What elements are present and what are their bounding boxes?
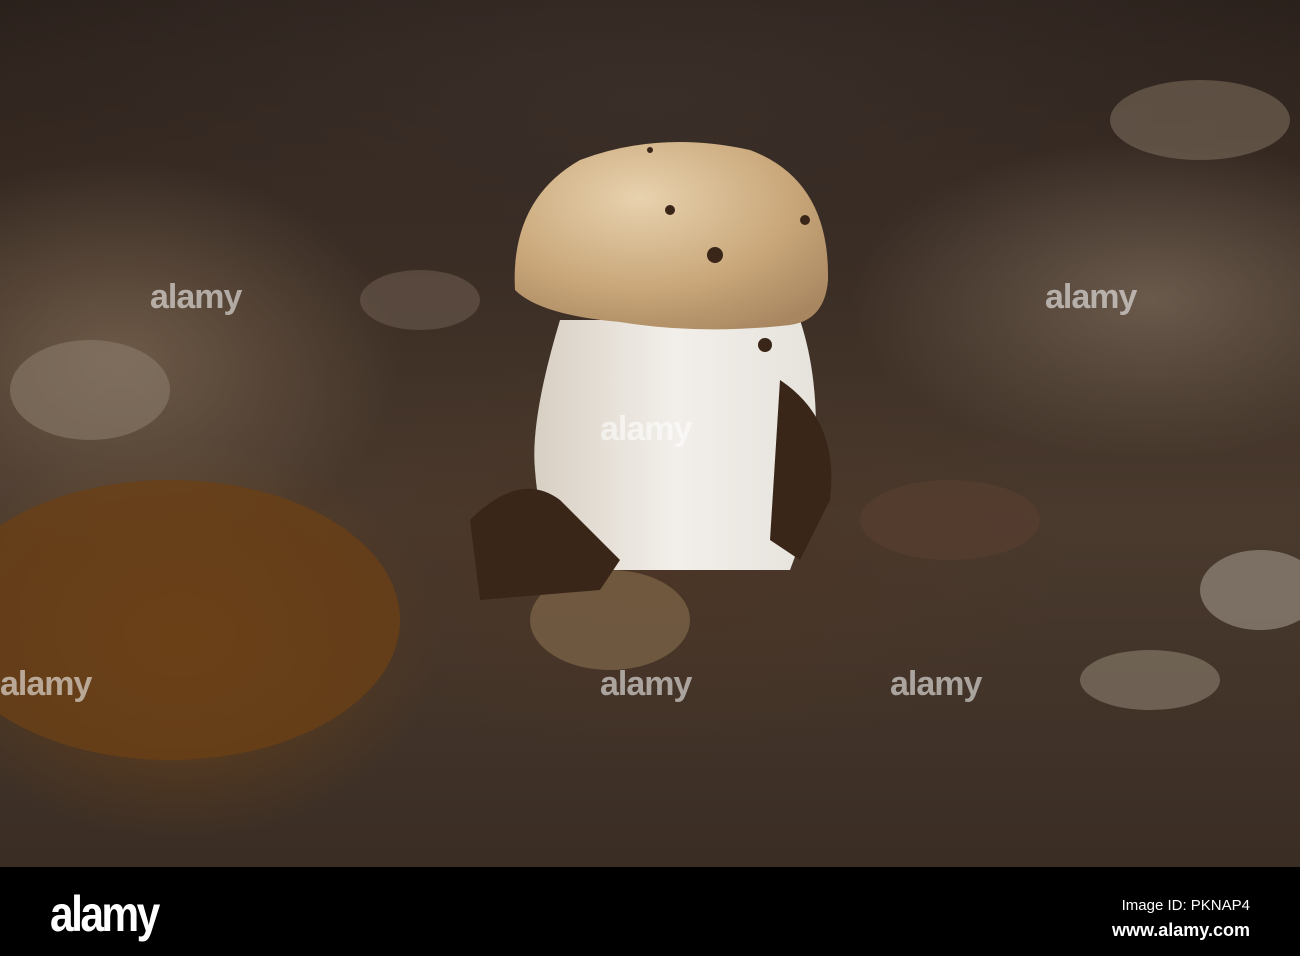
photo-mushroom-forest-floor: alamy alamy alamy alamy alamy alamy [0,0,1300,867]
watermark: alamy [1045,278,1137,316]
image-id: Image ID: PKNAP4 [1121,897,1250,914]
blurred-leaf-foreground [0,480,400,760]
alamy-logo: alamy [50,886,160,942]
footer-bar: alamy Image ID: PKNAP4 www.alamy.com [0,867,1300,956]
watermark: alamy [0,665,92,703]
website-url: www.alamy.com [1111,920,1250,940]
watermark: alamy [150,278,242,316]
mushroom-cap [514,142,829,330]
watermark: alamy [600,665,692,703]
watermark: alamy [890,665,982,703]
watermark: alamy [600,410,692,448]
